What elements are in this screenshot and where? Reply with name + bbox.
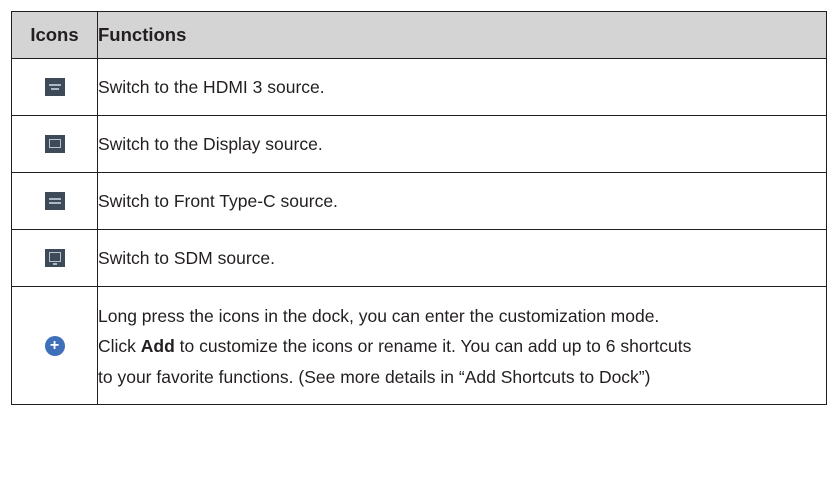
function-line-2-post: to customize the icons or rename it. You…: [174, 336, 692, 357]
function-line-3: to your favorite functions. (See more de…: [98, 366, 651, 387]
table-row: + Long press the icons in the dock, you …: [11, 286, 827, 405]
function-text: Switch to Front Type-C source.: [97, 172, 827, 230]
table-row: Switch to SDM source.: [11, 229, 827, 287]
hdmi-source-icon: [44, 77, 65, 96]
table-row: Switch to the Display source.: [11, 115, 827, 173]
display-source-icon: [44, 134, 65, 153]
sdm-source-icon: [44, 248, 65, 267]
function-text: Switch to the HDMI 3 source.: [97, 58, 827, 116]
icon-cell: [11, 229, 98, 287]
table-row: Switch to the HDMI 3 source.: [11, 58, 827, 116]
table-header-row: Icons Functions: [11, 11, 827, 59]
icon-cell: +: [11, 286, 98, 405]
add-label: Add: [140, 336, 175, 357]
icon-cell: [11, 172, 98, 230]
function-line-1: Long press the icons in the dock, you ca…: [98, 305, 660, 326]
function-text: Switch to the Display source.: [97, 115, 827, 173]
header-icons: Icons: [11, 11, 98, 59]
function-text: Long press the icons in the dock, you ca…: [97, 286, 827, 405]
page: Icons Functions Switch to the HDMI 3 sou…: [0, 0, 834, 483]
add-icon: +: [44, 335, 65, 356]
header-functions: Functions: [97, 11, 827, 59]
function-line-2-pre: Click: [98, 336, 141, 357]
icon-cell: [11, 58, 98, 116]
function-text: Switch to SDM source.: [97, 229, 827, 287]
type-c-source-icon: [44, 191, 65, 210]
icon-cell: [11, 115, 98, 173]
icons-functions-table: Icons Functions Switch to the HDMI 3 sou…: [11, 11, 827, 405]
table-row: Switch to Front Type-C source.: [11, 172, 827, 230]
